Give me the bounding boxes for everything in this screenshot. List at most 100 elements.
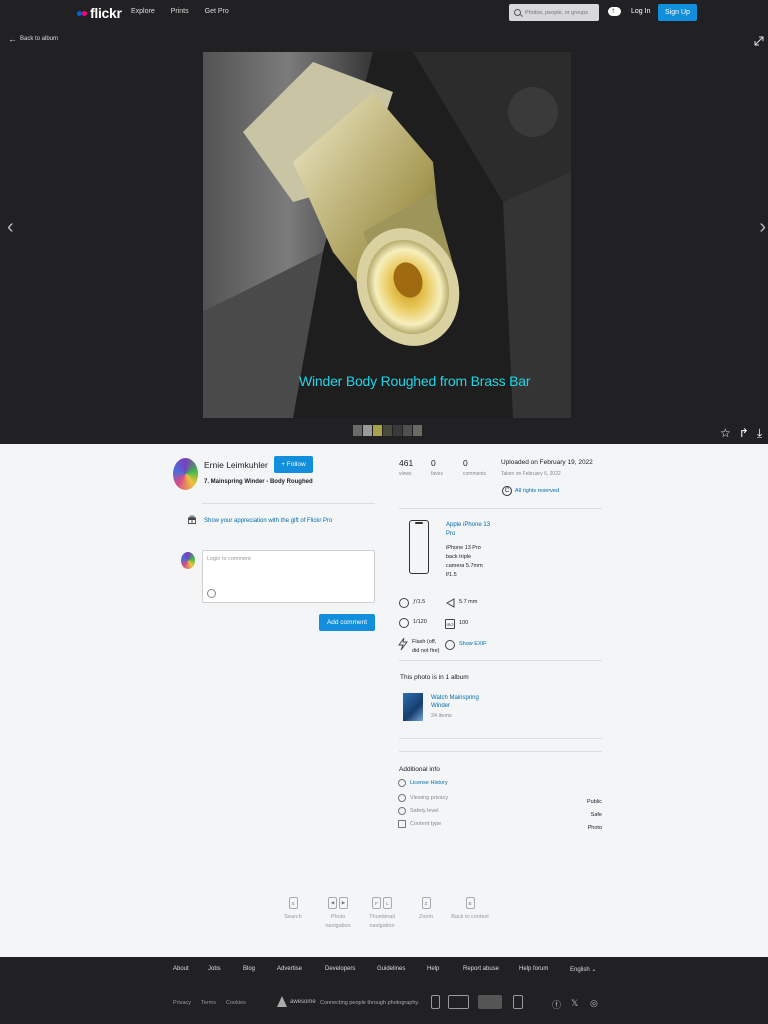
search-box[interactable] bbox=[509, 4, 599, 21]
brand-badge-icon[interactable] bbox=[478, 995, 502, 1009]
back-arrow-icon: ← bbox=[8, 34, 17, 44]
footer-guidelines[interactable]: Guidelines bbox=[377, 966, 427, 973]
footer-help-forum[interactable]: Help forum bbox=[519, 966, 570, 973]
footer: About Jobs Blog Advertise Developers Gui… bbox=[0, 957, 768, 1024]
aperture-row: ƒ/1.5 bbox=[399, 598, 425, 608]
shortcut-label: Search bbox=[284, 914, 302, 920]
footer-jobs[interactable]: Jobs bbox=[208, 966, 243, 973]
divider bbox=[399, 738, 602, 739]
fullscreen-icon[interactable] bbox=[754, 36, 764, 46]
flickr-logo[interactable]: flickr bbox=[77, 5, 122, 21]
smugmug-logo[interactable]: awesome bbox=[277, 996, 316, 1007]
back-to-album-link[interactable]: ← Back to album bbox=[8, 34, 58, 44]
main-photo[interactable]: Winder Body Roughed from Brass Bar bbox=[203, 52, 571, 418]
footer-blog[interactable]: Blog bbox=[243, 966, 277, 973]
footer-language[interactable]: English ⌄ bbox=[570, 966, 596, 973]
nav-explore[interactable]: Explore bbox=[131, 8, 155, 15]
content-type-value: Photo bbox=[587, 825, 602, 831]
footer-developers[interactable]: Developers bbox=[325, 966, 377, 973]
x-icon[interactable]: 𝕏 bbox=[571, 998, 578, 1009]
camera-name-link[interactable]: Apple iPhone 13 Pro bbox=[446, 521, 491, 539]
viewing-privacy-row: Viewing privacy Public bbox=[398, 791, 602, 805]
smugmug-icon bbox=[277, 996, 287, 1007]
footer-help[interactable]: Help bbox=[427, 966, 463, 973]
shutter-row: 1/120 bbox=[399, 618, 427, 628]
license-history-row[interactable]: License History bbox=[398, 779, 602, 787]
shortcut-key: F bbox=[372, 897, 381, 909]
download-icon[interactable]: ⤓ bbox=[757, 426, 762, 441]
shortcut-back-to-context: B Back to context bbox=[450, 897, 490, 922]
flash-icon bbox=[398, 638, 408, 650]
shortcut-key: B bbox=[465, 897, 475, 909]
filmstrip-thumb[interactable] bbox=[353, 425, 362, 436]
comments-count: 0 bbox=[463, 458, 468, 468]
footer-about[interactable]: About bbox=[173, 966, 208, 973]
clock-icon bbox=[398, 779, 406, 787]
comments-stat: 0 comments bbox=[463, 458, 486, 477]
views-stat: 461 views bbox=[399, 458, 413, 477]
signup-button[interactable]: Sign Up bbox=[658, 4, 697, 21]
safety-level-label: Safety level bbox=[410, 808, 439, 814]
focal-length-icon bbox=[445, 598, 455, 608]
filmstrip-thumb[interactable] bbox=[373, 425, 382, 436]
content-type-row: Content type Photo bbox=[398, 817, 602, 831]
emoji-icon[interactable] bbox=[207, 589, 216, 598]
footer-terms[interactable]: Terms bbox=[201, 1000, 216, 1006]
license-link[interactable]: C All rights reserved bbox=[502, 486, 559, 496]
filmstrip-thumb[interactable] bbox=[403, 425, 412, 436]
shortcut-photo-navigation: ◀ ▶ Photo navigation bbox=[318, 897, 358, 931]
album-item-count: 24 items bbox=[431, 713, 452, 719]
photo-title: 7. Mainspring Winder - Body Roughed bbox=[204, 479, 313, 485]
previous-photo-arrow-icon[interactable]: ‹ bbox=[7, 216, 14, 239]
filmstrip-thumb[interactable] bbox=[363, 425, 372, 436]
upload-cloud-icon[interactable] bbox=[608, 6, 621, 16]
gift-pro-link[interactable]: Show your appreciation with the gift of … bbox=[204, 518, 332, 524]
logo-pink-dot bbox=[82, 10, 87, 16]
next-photo-arrow-icon[interactable]: › bbox=[759, 216, 766, 239]
photo-actions: ☆ ↱ ⤓ bbox=[720, 426, 762, 441]
footer-privacy[interactable]: Privacy bbox=[173, 1000, 191, 1006]
owner-name[interactable]: Ernie Leimkuhler bbox=[204, 460, 268, 470]
shortcut-key: ◀ bbox=[328, 897, 337, 909]
brand-badge-icon[interactable] bbox=[513, 995, 523, 1009]
shortcut-key: ▶ bbox=[339, 897, 348, 909]
shortcut-thumbnail-navigation: F L Thumbnail navigation bbox=[362, 897, 402, 931]
focal-value: 5.7 mm bbox=[459, 599, 478, 605]
safety-level-row: Safety level Safe bbox=[398, 804, 602, 818]
divider bbox=[399, 660, 602, 661]
top-nav: flickr Explore Prints Get Pro Log In Sig… bbox=[0, 0, 768, 26]
facebook-icon[interactable]: ⓕ bbox=[552, 998, 561, 1011]
aperture-icon bbox=[399, 598, 409, 608]
footer-report-abuse[interactable]: Report abuse bbox=[463, 966, 519, 973]
iso-value: 100 bbox=[459, 620, 469, 626]
shutter-value: 1/120 bbox=[413, 619, 427, 625]
footer-cookies[interactable]: Cookies bbox=[226, 1000, 246, 1006]
brand-badge-icon[interactable] bbox=[431, 995, 440, 1009]
share-icon[interactable]: ↱ bbox=[739, 426, 749, 441]
comment-input[interactable]: Login to comment bbox=[202, 550, 375, 603]
owner-avatar[interactable] bbox=[173, 458, 198, 490]
brand-badge-icon[interactable] bbox=[448, 995, 469, 1009]
follow-button[interactable]: + Follow bbox=[274, 456, 313, 473]
instagram-icon[interactable]: ◎ bbox=[590, 998, 598, 1009]
album-thumbnail[interactable] bbox=[403, 693, 423, 721]
iso-row: ISO 100 bbox=[445, 619, 468, 629]
add-comment-button[interactable]: Add comment bbox=[319, 614, 375, 631]
shortcut-key: Z bbox=[421, 897, 431, 909]
photo-caption: Winder Body Roughed from Brass Bar bbox=[299, 373, 531, 389]
filmstrip-thumb[interactable] bbox=[393, 425, 402, 436]
nav-prints[interactable]: Prints bbox=[171, 8, 189, 15]
shortcut-key: S bbox=[288, 897, 298, 909]
footer-advertise[interactable]: Advertise bbox=[277, 966, 325, 973]
album-name-link[interactable]: Watch Mainspring Winder bbox=[431, 694, 486, 710]
nav-get-pro[interactable]: Get Pro bbox=[205, 8, 229, 15]
login-link[interactable]: Log In bbox=[631, 8, 650, 15]
flash-value: Flash (off, did not fire) bbox=[412, 639, 440, 654]
filmstrip-thumb[interactable] bbox=[383, 425, 392, 436]
views-count: 461 bbox=[399, 458, 414, 468]
search-input[interactable] bbox=[525, 9, 595, 16]
fave-star-icon[interactable]: ☆ bbox=[720, 426, 731, 441]
filmstrip-thumb[interactable] bbox=[413, 425, 422, 436]
shortcut-label: Thumbnail navigation bbox=[369, 914, 395, 929]
show-exif-link[interactable]: Show EXIF bbox=[445, 640, 487, 650]
